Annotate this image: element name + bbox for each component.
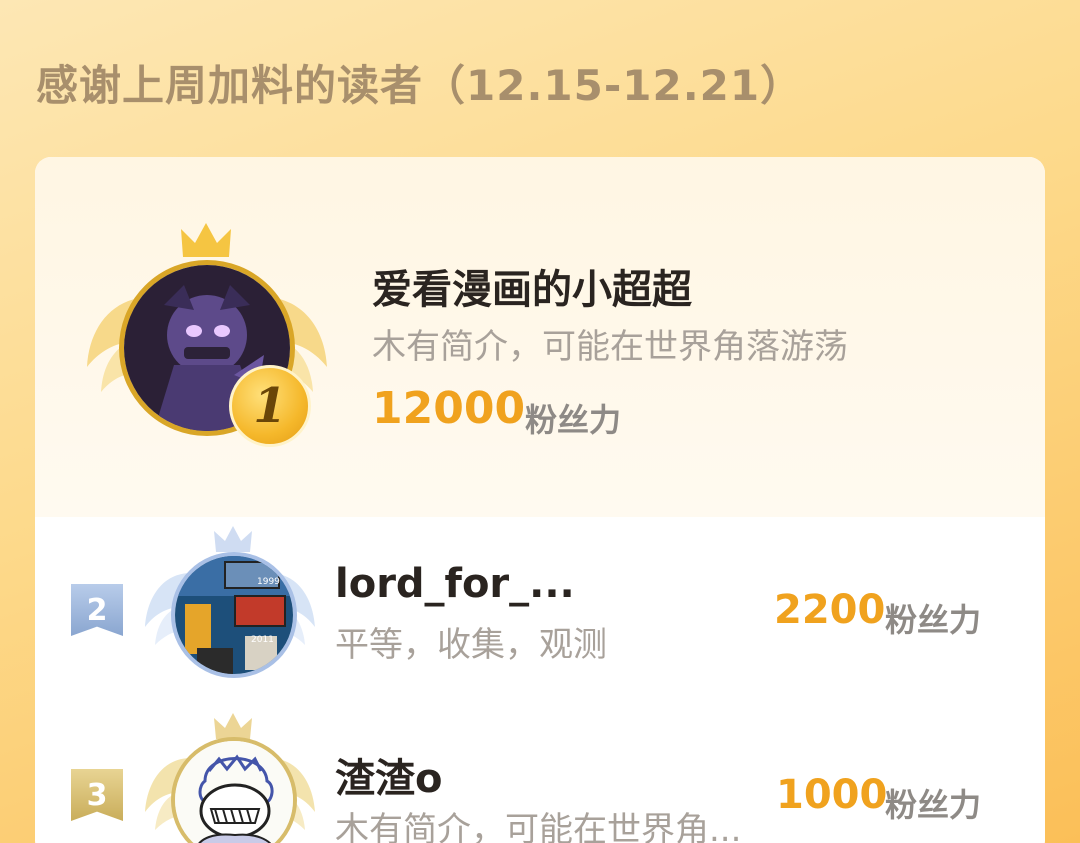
fan-power-label: 粉丝力 xyxy=(885,601,982,639)
fan-power-value: 12000 xyxy=(372,383,526,434)
user-bio: 木有简介，可能在世界角落游荡 xyxy=(372,327,848,367)
avatar[interactable]: 1999 2011 xyxy=(171,552,297,678)
rank-badge: 3 xyxy=(71,769,123,821)
leaderboard-card: 1 爱看漫画的小超超 木有简介，可能在世界角落游荡 12000 粉丝力 2 19… xyxy=(35,157,1045,843)
user-name[interactable]: 渣渣o xyxy=(335,746,442,804)
list-item[interactable]: 2 1999 2011 lord_for_... 平等，收集，观测 2200 粉… xyxy=(35,517,1045,697)
user-bio: 木有简介，可能在世界角... xyxy=(335,810,742,843)
fan-power-label: 粉丝力 xyxy=(885,786,982,824)
rank1-entry[interactable]: 1 爱看漫画的小超超 木有简介，可能在世界角落游荡 12000 粉丝力 xyxy=(35,157,1045,517)
crown-icon xyxy=(181,223,231,257)
user-name[interactable]: lord_for_... xyxy=(335,561,575,607)
fan-power-value: 1000 xyxy=(776,772,888,818)
page-title: 感谢上周加料的读者（12.15-12.21） xyxy=(36,61,804,110)
user-name[interactable]: 爱看漫画的小超超 xyxy=(372,257,692,315)
user-bio: 平等，收集，观测 xyxy=(335,625,607,665)
fan-power-label: 粉丝力 xyxy=(525,401,622,439)
fan-power-value: 2200 xyxy=(774,587,886,633)
crown-icon xyxy=(214,526,252,552)
avatar-label: 2011 xyxy=(251,635,274,645)
avatar-label: 1999 xyxy=(257,577,280,587)
rank-badge: 2 xyxy=(71,584,123,636)
rank-medal: 1 xyxy=(229,365,311,447)
list-item[interactable]: 3 2 渣渣o 木有简介，可能在世界角... 1000 xyxy=(35,702,1045,843)
